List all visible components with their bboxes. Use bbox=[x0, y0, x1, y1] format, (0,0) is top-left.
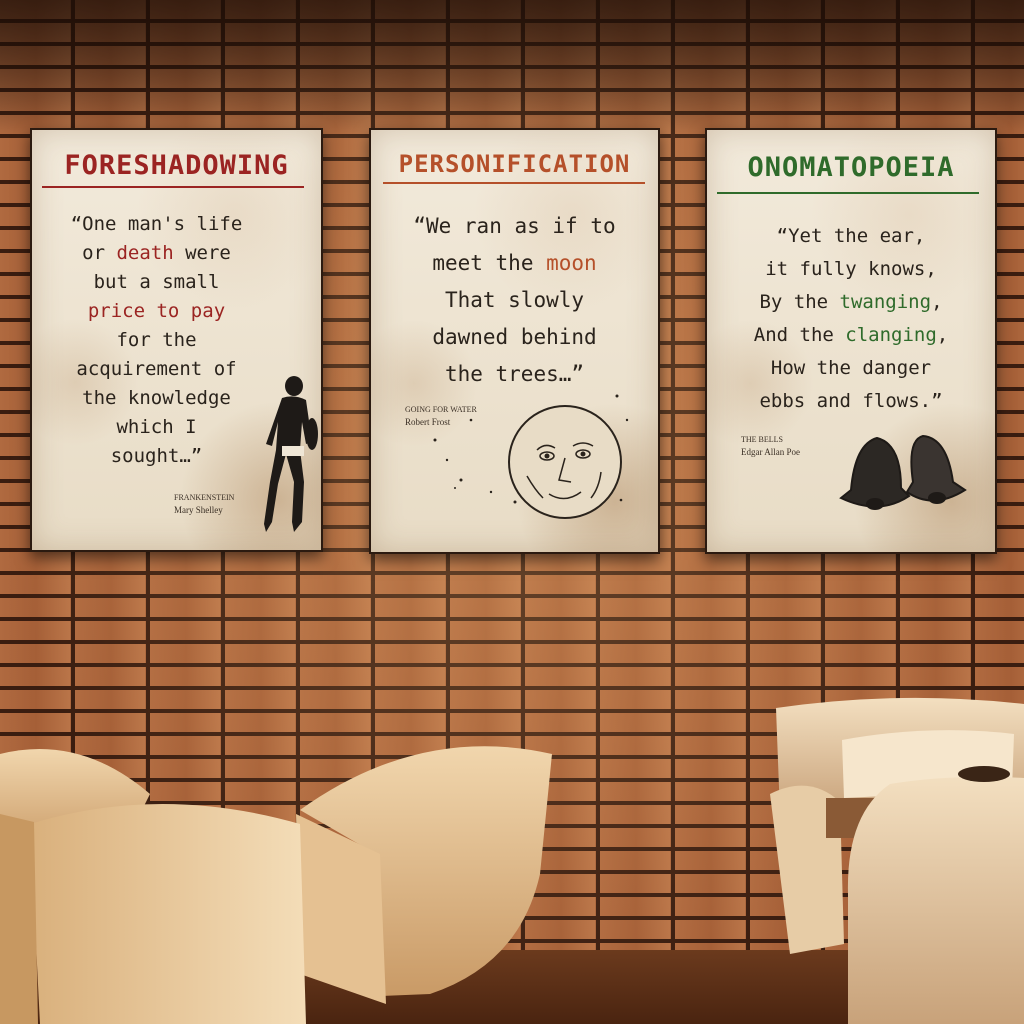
poster-credit: THE BELLS Edgar Allan Poe bbox=[741, 434, 800, 458]
quote-line: price to pay bbox=[12, 297, 301, 326]
quote-line: it fully knows, bbox=[765, 258, 937, 280]
quote-line: “Yet the ear, bbox=[776, 225, 926, 247]
title-underline bbox=[717, 192, 979, 194]
poster-onomatopoeia: ONOMATOPOEIA “Yet the ear, it fully knows… bbox=[705, 128, 997, 554]
quote-line: How the danger bbox=[770, 357, 932, 379]
quote-line: And the clanging, bbox=[753, 324, 949, 346]
title-underline bbox=[42, 186, 304, 188]
quote-line: for the bbox=[116, 329, 197, 351]
credit-author: Edgar Allan Poe bbox=[741, 447, 800, 457]
highlighted-word: twanging bbox=[839, 291, 932, 313]
poster-title: PERSONIFICATION bbox=[398, 150, 631, 178]
highlighted-word: death bbox=[116, 242, 174, 264]
highlighted-word: price to pay bbox=[87, 300, 226, 322]
poster-credit: FRANKENSTEIN Mary Shelley bbox=[174, 492, 234, 516]
quote-line: “One man's life bbox=[70, 213, 243, 235]
title-underline bbox=[383, 182, 645, 184]
moon-face-icon bbox=[433, 394, 629, 519]
sofa-right bbox=[770, 697, 1024, 1024]
poster-title: ONOMATOPOEIA bbox=[747, 152, 955, 183]
poster-quote: “Yet the ear, it fully knows, By the twang… bbox=[707, 220, 995, 418]
highlighted-word: moon bbox=[546, 251, 597, 275]
quote-line: but a small bbox=[93, 271, 220, 293]
quote-line: “We ran as if to bbox=[413, 214, 616, 238]
quote-line: That slowly bbox=[444, 288, 585, 312]
poster-foreshadowing: FORESHADOWING “One man's life or death we… bbox=[30, 128, 323, 552]
quote-line: meet the moon bbox=[432, 251, 597, 275]
quote-line: dawned behind bbox=[432, 325, 597, 349]
credit-work: FRANKENSTEIN bbox=[174, 493, 235, 502]
wall-shadow bbox=[0, 0, 1024, 130]
poster-title: FORESHADOWING bbox=[64, 150, 289, 181]
standing-man-icon bbox=[264, 376, 318, 532]
quote-line: ebbs and flows.” bbox=[759, 390, 943, 412]
armchair-left bbox=[0, 746, 552, 1024]
highlighted-word: clanging bbox=[845, 324, 937, 346]
credit-author: Mary Shelley bbox=[174, 505, 223, 515]
bells-icon bbox=[839, 434, 967, 510]
quote-line: or death were bbox=[82, 242, 231, 264]
poster-quote: “We ran as if to meet the moon That slowly… bbox=[371, 208, 658, 393]
poster-personification: PERSONIFICATION “We ran as if to meet the… bbox=[369, 128, 660, 554]
credit-work: THE BELLS bbox=[741, 435, 783, 444]
quote-line: By the twanging, bbox=[759, 291, 943, 313]
